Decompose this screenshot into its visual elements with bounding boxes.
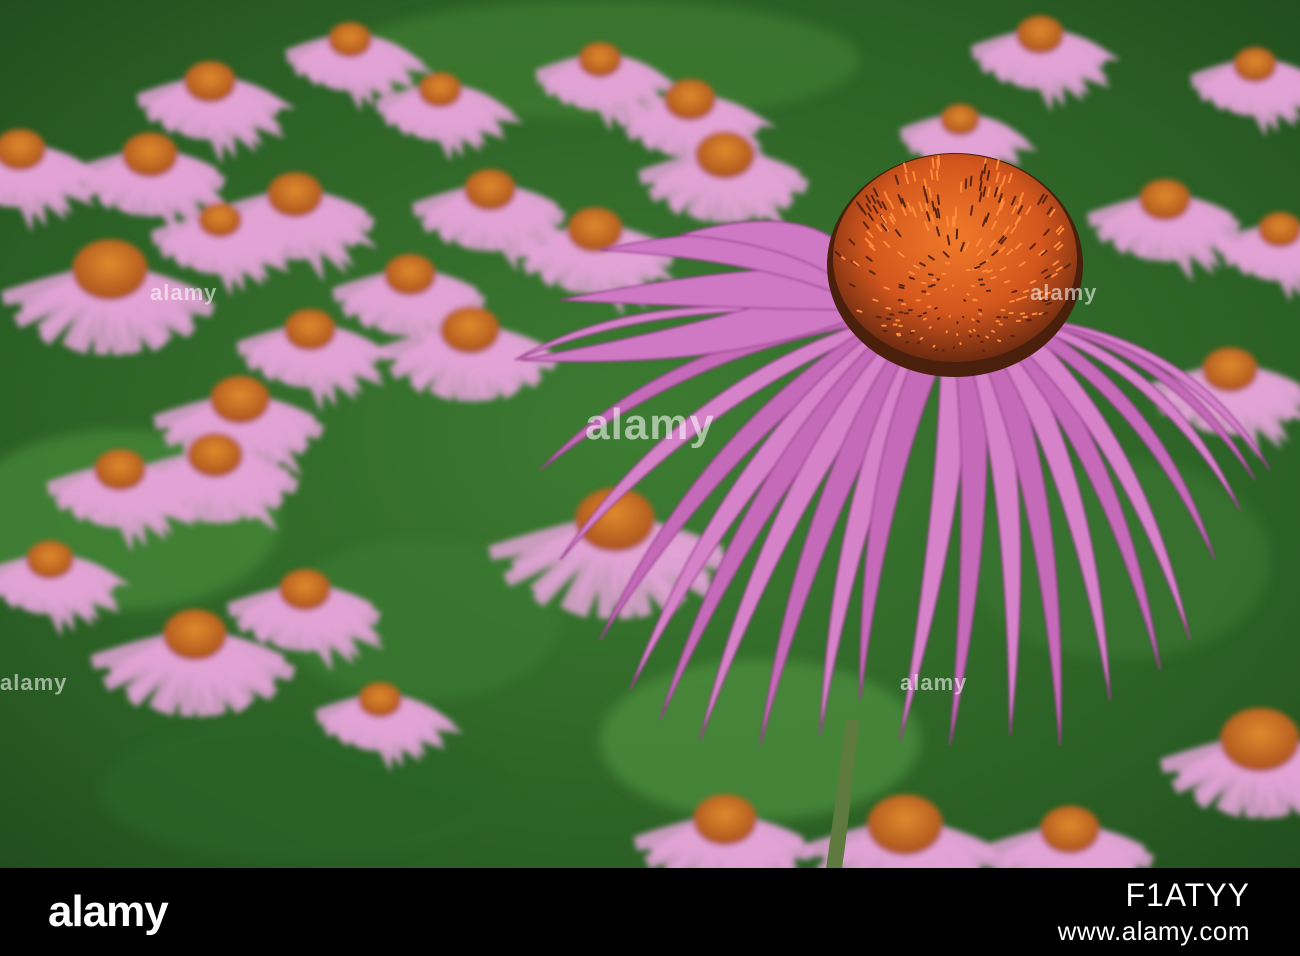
alamy-logo[interactable]: alamy — [48, 887, 168, 937]
main-flower-cone — [827, 153, 1083, 377]
image-id: F1ATYY — [1125, 877, 1250, 914]
watermark-small: alamy — [1030, 280, 1097, 306]
watermark-large: alamy — [0, 400, 1300, 450]
watermark-small: alamy — [0, 670, 67, 696]
watermark-small: alamy — [150, 280, 217, 306]
watermark-small: alamy — [900, 670, 967, 696]
site-link[interactable]: www.alamy.com — [1058, 916, 1250, 947]
logo-text: alamy — [48, 887, 168, 937]
stock-photo-page: alamy alamy alamy alamy alamy alamy F1AT… — [0, 0, 1300, 956]
footer-info: F1ATYY www.alamy.com — [1058, 877, 1250, 947]
footer-strip: alamy F1ATYY www.alamy.com — [0, 868, 1300, 956]
